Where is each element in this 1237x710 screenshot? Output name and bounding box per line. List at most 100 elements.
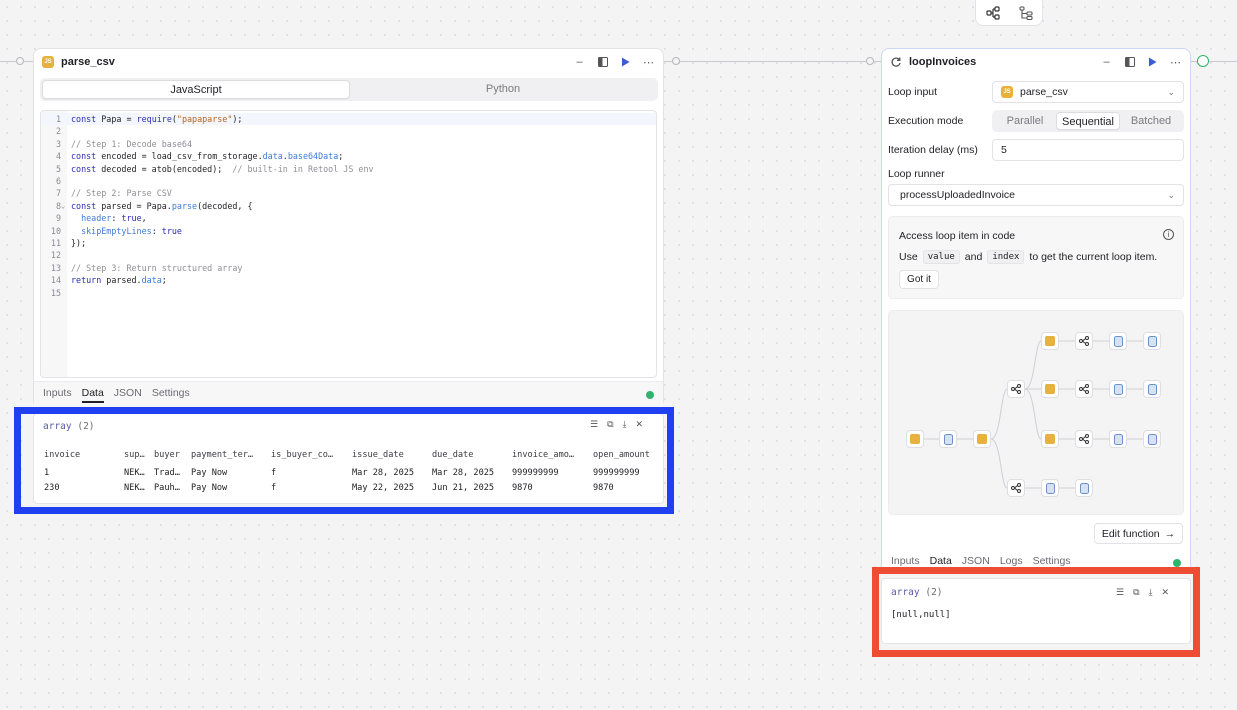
tab-json[interactable]: JSON (962, 555, 990, 571)
table-column-header[interactable]: payment_ter… (191, 445, 271, 465)
code-line[interactable]: 1 const Papa = require("papaparse"); (41, 113, 656, 126)
code-line[interactable]: 6 (41, 175, 656, 187)
table-cell: Mar 28, 2025 (432, 467, 495, 478)
table-column-header[interactable]: invoice (44, 445, 124, 465)
mode-parallel[interactable]: Parallel (994, 112, 1056, 130)
run-icon[interactable] (619, 56, 632, 69)
line-number: 12 (50, 250, 61, 261)
workflow-icon[interactable] (985, 5, 1001, 21)
loop-input-label: Loop input (888, 86, 938, 98)
table-column-header[interactable]: sup… (124, 445, 154, 465)
close-icon[interactable]: ✕ (636, 419, 644, 430)
code-line[interactable]: 4 const encoded = load_csv_from_storage.d… (41, 150, 656, 162)
arrow-right-icon: → (1164, 527, 1176, 540)
tab-inputs[interactable]: Inputs (891, 555, 920, 571)
result-value[interactable]: [null,null] (891, 610, 951, 620)
minimize-icon[interactable]: – (1100, 56, 1113, 69)
tab-json[interactable]: JSON (114, 387, 142, 403)
tab-javascript[interactable]: JavaScript (42, 80, 350, 99)
tab-data[interactable]: Data (81, 387, 104, 403)
code-line[interactable]: 12 (41, 249, 656, 261)
fold-chevron-icon[interactable]: ⌄ (61, 200, 65, 212)
preview-node-js (973, 430, 991, 448)
output-port-parse-csv[interactable] (672, 57, 680, 65)
split-icon[interactable] (1123, 56, 1136, 69)
code-text: skipEmptyLines: true (81, 225, 182, 236)
code-line[interactable]: 5 const decoded = atob(encoded); // built… (41, 163, 656, 175)
copy-icon[interactable]: ⧉ (1133, 587, 1139, 598)
download-icon[interactable]: ⤓ (623, 419, 627, 430)
split-icon[interactable] (596, 56, 609, 69)
iteration-delay-input[interactable]: 5 (992, 139, 1184, 161)
table-column-header[interactable]: buyer (154, 445, 191, 465)
connector-line (664, 61, 672, 62)
code-text: const parsed = Papa.parse(decoded, { (71, 200, 253, 211)
loop-runner-select[interactable]: processUploadedInvoice ⌄ (888, 184, 1184, 206)
table-cell: 9870 (593, 482, 614, 493)
input-port-left[interactable] (16, 57, 24, 65)
parse-csv-block[interactable]: JS parse_csv – ⋯ JavaScript Python 1 cons… (33, 48, 664, 408)
minimize-icon[interactable]: – (573, 56, 586, 69)
got-it-button[interactable]: Got it (899, 270, 939, 289)
copy-icon[interactable]: ⧉ (607, 419, 613, 430)
table-cell: f (271, 467, 277, 478)
tab-settings[interactable]: Settings (1033, 555, 1071, 571)
code-line[interactable]: 13 // Step 3: Return structured array (41, 262, 656, 274)
block-title[interactable]: loopInvoices (909, 56, 976, 68)
code-line[interactable]: 11}); (41, 237, 656, 249)
more-icon[interactable]: ⋯ (1169, 56, 1182, 69)
list-view-icon[interactable]: ☰ (590, 419, 598, 430)
code-line[interactable]: 2 (41, 125, 656, 137)
tab-python[interactable]: Python (350, 80, 656, 99)
tree-icon[interactable] (1018, 5, 1034, 21)
loop-invoices-block[interactable]: loopInvoices – ⋯ Loop input JS parse_csv… (881, 48, 1191, 573)
code-text: const decoded = atob(encoded); // built-… (71, 163, 374, 174)
table-column-header[interactable]: issue_date (352, 445, 432, 465)
code-line[interactable]: 3 // Step 1: Decode base64 (41, 138, 656, 150)
loop-runner-preview[interactable] (888, 310, 1184, 515)
result-tabs: Inputs Data JSON Logs Settings (891, 555, 1071, 571)
table-cell: f (271, 482, 277, 493)
output-port-loop[interactable] (1197, 55, 1209, 67)
table-column-header[interactable]: due_date (432, 445, 512, 465)
input-port-loop[interactable] (866, 57, 874, 65)
mode-sequential[interactable]: Sequential (1056, 112, 1120, 130)
table-column-header[interactable]: invoice_amo… (512, 445, 593, 465)
value-chip: value (922, 250, 960, 264)
chevron-down-icon: ⌄ (1167, 86, 1175, 97)
table-column-header[interactable]: open_amount (593, 445, 659, 465)
code-line[interactable]: 10 skipEmptyLines: true (41, 225, 656, 237)
code-line[interactable]: 8 ⌄ const parsed = Papa.parse(decoded, { (41, 200, 656, 212)
code-line[interactable]: 14 return parsed.data; (41, 274, 656, 286)
table-row[interactable]: 1 NEK… Trad… Pay Now f Mar 28, 2025 Mar 28, 20… (44, 465, 659, 480)
list-view-icon[interactable]: ☰ (1116, 587, 1124, 598)
result-table[interactable]: invoice sup… buyer payment_ter… is_buyer_co…… (44, 445, 659, 495)
info-icon[interactable]: i (1163, 229, 1174, 240)
connector-line (24, 61, 33, 62)
table-row[interactable]: 230 NEK… Pauh… Pay Now f May 22, 2025 Jun 21, … (44, 480, 659, 495)
code-line[interactable]: 15 (41, 287, 656, 299)
table-column-header[interactable]: is_buyer_co… (271, 445, 352, 465)
table-body: 1 NEK… Trad… Pay Now f Mar 28, 2025 Mar 28, 20… (44, 465, 659, 495)
js-icon: JS (1001, 86, 1013, 98)
tab-logs[interactable]: Logs (1000, 555, 1023, 571)
more-icon[interactable]: ⋯ (642, 56, 655, 69)
code-editor[interactable]: 1 const Papa = require("papaparse"); 2 3 // … (40, 110, 657, 378)
line-number: 13 (50, 262, 61, 273)
table-cell: 1 (44, 467, 50, 478)
run-icon[interactable] (1146, 56, 1159, 69)
connector-line (1209, 61, 1237, 62)
loop-input-row: Loop input JS parse_csv ⌄ (888, 81, 1184, 103)
loop-input-select[interactable]: JS parse_csv ⌄ (992, 81, 1184, 103)
code-line[interactable]: 7 // Step 2: Parse CSV (41, 187, 656, 199)
block-title[interactable]: parse_csv (61, 56, 115, 68)
download-icon[interactable]: ⤓ (1149, 587, 1153, 598)
tab-data[interactable]: Data (929, 555, 952, 571)
close-icon[interactable]: ✕ (1162, 587, 1170, 598)
table-cell: Pauh… (154, 482, 180, 493)
code-line[interactable]: 9 header: true, (41, 212, 656, 224)
edit-function-button[interactable]: Edit function → (1094, 523, 1183, 544)
tab-inputs[interactable]: Inputs (43, 387, 72, 403)
tab-settings[interactable]: Settings (152, 387, 190, 403)
mode-batched[interactable]: Batched (1120, 112, 1182, 130)
